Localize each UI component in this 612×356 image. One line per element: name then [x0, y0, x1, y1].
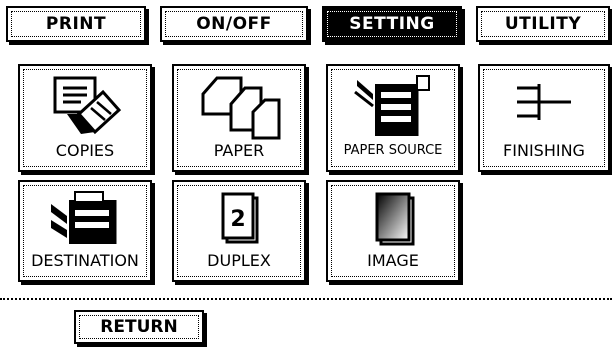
image-label: IMAGE: [367, 251, 419, 270]
duplex-button[interactable]: 2 DUPLEX: [172, 180, 306, 282]
tab-setting[interactable]: SETTING: [322, 6, 462, 42]
destination-button[interactable]: DESTINATION: [18, 180, 152, 282]
image-button[interactable]: IMAGE: [326, 180, 460, 282]
divider: [0, 298, 612, 300]
duplex-icon: 2: [174, 190, 304, 248]
tab-print[interactable]: PRINT: [6, 6, 146, 42]
paper-source-icon: [328, 74, 458, 140]
tab-setting-label: SETTING: [349, 14, 435, 34]
duplex-label: DUPLEX: [207, 251, 271, 270]
tab-utility[interactable]: UTILITY: [476, 6, 610, 42]
finishing-button[interactable]: FINISHING: [478, 64, 610, 172]
return-button[interactable]: RETURN: [74, 310, 204, 344]
image-icon: [328, 190, 458, 248]
tab-on-off[interactable]: ON/OFF: [160, 6, 308, 42]
paper-label: PAPER: [213, 141, 265, 160]
destination-label: DESTINATION: [31, 251, 139, 270]
paper-icon: [174, 74, 304, 140]
paper-source-button[interactable]: PAPER SOURCE: [326, 64, 460, 172]
duplex-icon-number: 2: [230, 207, 245, 232]
paper-source-label: PAPER SOURCE: [343, 143, 443, 158]
destination-icon: [20, 190, 150, 248]
finishing-label: FINISHING: [503, 141, 585, 160]
return-label: RETURN: [100, 317, 178, 337]
copies-icon: [20, 74, 150, 140]
tab-on-off-label: ON/OFF: [196, 14, 272, 34]
tab-utility-label: UTILITY: [504, 14, 582, 34]
finishing-icon: [480, 74, 608, 140]
paper-button[interactable]: PAPER: [172, 64, 306, 172]
tab-print-label: PRINT: [45, 14, 107, 34]
copies-label: COPIES: [55, 141, 115, 160]
copies-button[interactable]: COPIES: [18, 64, 152, 172]
